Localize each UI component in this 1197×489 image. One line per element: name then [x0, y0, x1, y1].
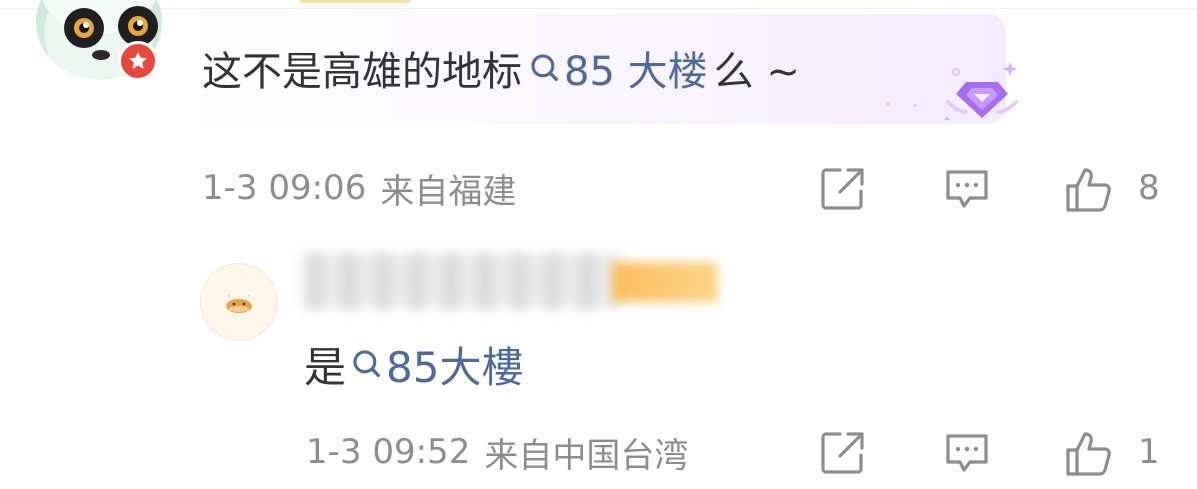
panda-nose [92, 50, 110, 60]
comment-meta: 1-3 09:06 来自福建 [202, 166, 517, 212]
reply-text: 是 85大樓 [304, 336, 523, 392]
hamster-icon [226, 295, 252, 313]
share-icon[interactable] [818, 428, 868, 478]
panda-right-eye [118, 6, 158, 46]
replier-avatar[interactable] [200, 263, 278, 341]
panda-left-eye [64, 8, 104, 48]
verified-badge-icon [118, 41, 158, 81]
thumb-up-icon[interactable] [1064, 164, 1114, 214]
like-count: 8 [1138, 168, 1160, 208]
reply-topic-label: 85大樓 [386, 342, 524, 392]
reply-location: 来自中国台湾 [484, 435, 689, 476]
search-icon [531, 54, 559, 82]
comment-text-suffix: 么 ~ [713, 49, 800, 95]
comment-location: 来自福建 [380, 171, 517, 212]
search-icon [353, 350, 381, 378]
diamond-badge-icon [944, 62, 1018, 120]
comment-text: 这不是高雄的地标 85 大楼 么 ~ [202, 40, 800, 96]
top-divider [0, 8, 1197, 9]
reply-time: 1-3 09:52 [306, 432, 471, 472]
reply-text-prefix: 是 [304, 342, 347, 392]
comment-icon[interactable] [942, 164, 992, 214]
reply-topic-link[interactable]: 85大樓 [350, 334, 523, 395]
top-divider-accent [300, 0, 410, 3]
reply-meta: 1-3 09:52 来自中国台湾 [306, 430, 689, 476]
replier-badge-blurred [612, 262, 718, 302]
comment-icon[interactable] [942, 428, 992, 478]
comment-time: 1-3 09:06 [202, 168, 367, 208]
share-icon[interactable] [818, 164, 868, 214]
reply-like-count: 1 [1138, 432, 1160, 472]
replier-name-blurred[interactable] [304, 253, 618, 309]
thumb-up-icon[interactable] [1064, 428, 1114, 478]
comment-text-prefix: 这不是高雄的地标 [202, 49, 522, 95]
topic-link[interactable]: 85 大楼 [528, 39, 708, 97]
topic-label: 85 大楼 [564, 49, 708, 95]
